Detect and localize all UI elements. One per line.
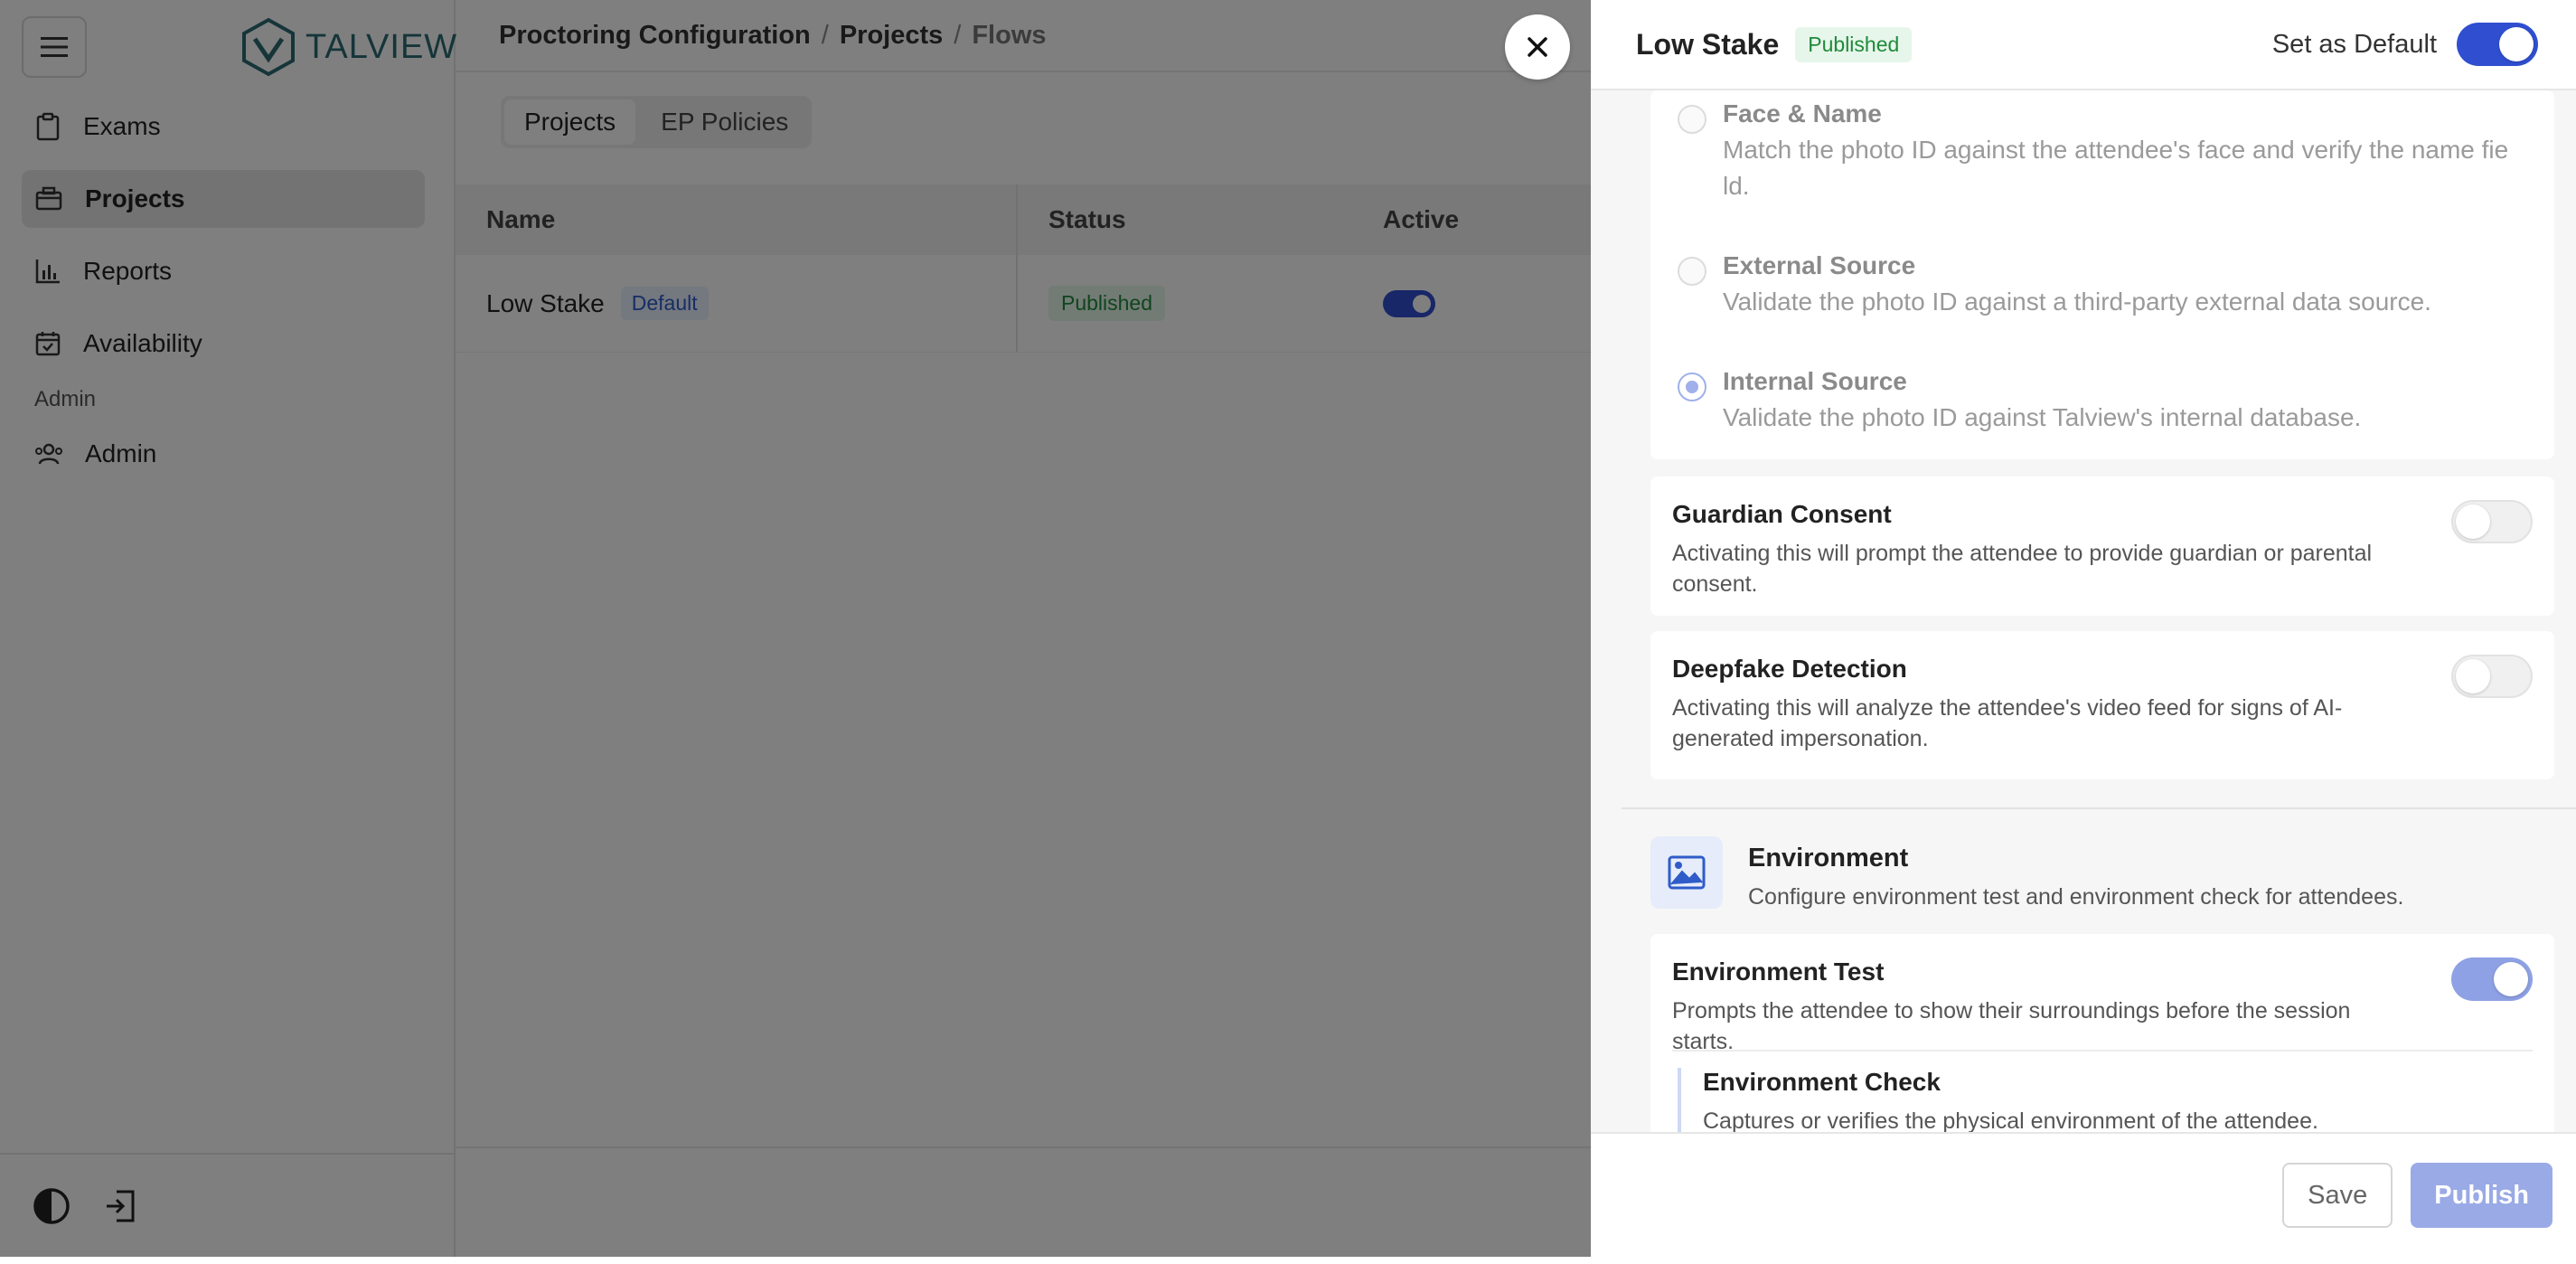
option-description: Validate the photo ID against Talview's … bbox=[1723, 403, 2362, 431]
drawer-body: Face & Name Match the photo ID against t… bbox=[1591, 90, 2576, 1132]
section-description: Configure environment test and environme… bbox=[1748, 884, 2404, 910]
save-button[interactable]: Save bbox=[2282, 1163, 2393, 1228]
option-title: Internal Source bbox=[1723, 367, 1907, 395]
modal-overlay[interactable] bbox=[0, 0, 1591, 1257]
option-description: Match the photo ID against the attendee'… bbox=[1723, 136, 2509, 200]
close-drawer-button[interactable] bbox=[1505, 14, 1570, 80]
section-divider bbox=[1622, 807, 2576, 809]
radio-button[interactable] bbox=[1678, 257, 1706, 286]
status-badge: Published bbox=[1795, 26, 1913, 62]
card-divider bbox=[1672, 1050, 2533, 1052]
option-title: Environment Check bbox=[1703, 1068, 1941, 1096]
option-description: Activating this will analyze the attende… bbox=[1672, 695, 2343, 751]
radio-button-selected[interactable] bbox=[1678, 373, 1706, 401]
option-title: Environment Test bbox=[1672, 957, 1885, 986]
guardian-consent-toggle[interactable] bbox=[2451, 500, 2533, 543]
option-description: Captures or verifies the physical enviro… bbox=[1703, 1108, 2318, 1132]
environment-test-card: Environment Test Prompts the attendee to… bbox=[1650, 934, 2554, 1132]
environment-test-toggle[interactable] bbox=[2451, 957, 2533, 1001]
option-title: Guardian Consent bbox=[1672, 500, 1892, 528]
radio-button[interactable] bbox=[1678, 105, 1706, 134]
option-description: Prompts the attendee to show their surro… bbox=[1672, 998, 2351, 1054]
environment-section-header: Environment Configure environment test a… bbox=[1650, 836, 2403, 910]
option-title: Face & Name bbox=[1723, 99, 1882, 127]
image-icon bbox=[1650, 836, 1723, 909]
window-bottom-edge bbox=[0, 1257, 2576, 1264]
drawer-header: Low Stake Published Set as Default bbox=[1591, 0, 2576, 90]
close-icon bbox=[1528, 37, 1547, 57]
radio-option-internal-source[interactable]: Internal Source Validate the photo ID ag… bbox=[1678, 367, 2509, 436]
drawer-footer: Save Publish bbox=[1591, 1132, 2576, 1257]
drawer-title: Low Stake bbox=[1636, 27, 1780, 61]
flow-config-drawer: Low Stake Published Set as Default Face … bbox=[1591, 0, 2576, 1257]
radio-option-external-source[interactable]: External Source Validate the photo ID ag… bbox=[1678, 251, 2509, 320]
guardian-consent-card: Guardian Consent Activating this will pr… bbox=[1650, 476, 2554, 616]
publish-button[interactable]: Publish bbox=[2411, 1163, 2552, 1228]
section-title: Environment bbox=[1748, 844, 1909, 873]
deepfake-detection-card: Deepfake Detection Activating this will … bbox=[1650, 631, 2554, 779]
photo-id-verification-card: Face & Name Match the photo ID against t… bbox=[1650, 90, 2554, 459]
set-default-label: Set as Default bbox=[2271, 29, 2437, 59]
deepfake-detection-toggle[interactable] bbox=[2451, 655, 2533, 698]
radio-option-face-name[interactable]: Face & Name Match the photo ID against t… bbox=[1678, 99, 2509, 204]
option-title: External Source bbox=[1723, 251, 1916, 279]
option-description: Validate the photo ID against a third-pa… bbox=[1723, 288, 2431, 316]
set-default-toggle[interactable] bbox=[2457, 23, 2538, 66]
set-default-control: Set as Default bbox=[2272, 23, 2538, 66]
environment-check-item: Environment Check Captures or verifies t… bbox=[1678, 1068, 2518, 1132]
option-title: Deepfake Detection bbox=[1672, 655, 1907, 683]
option-description: Activating this will prompt the attendee… bbox=[1672, 541, 2373, 597]
